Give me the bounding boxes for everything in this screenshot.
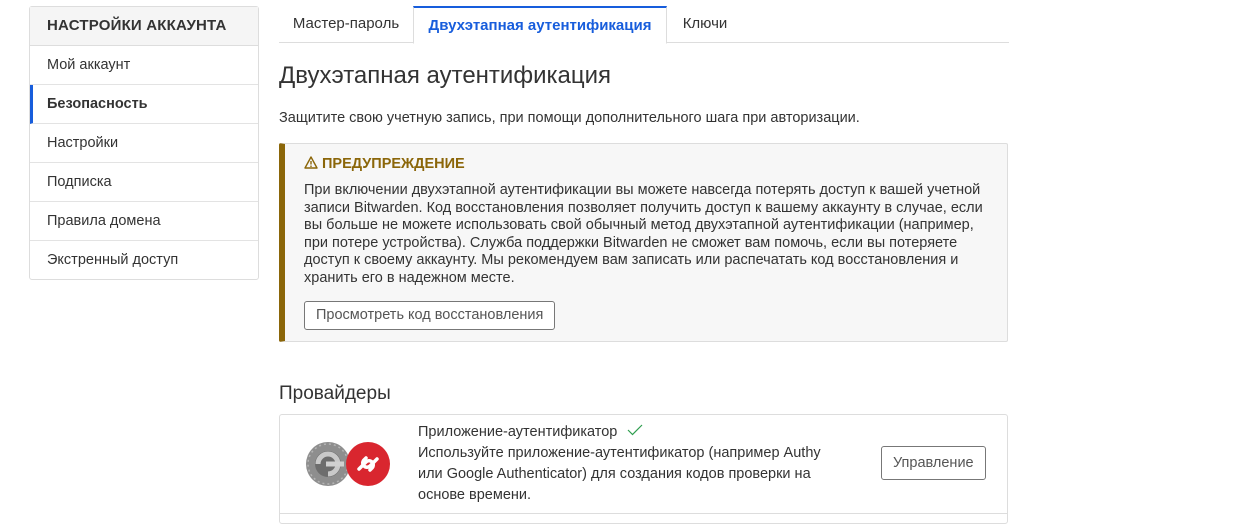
warning-callout: ПРЕДУПРЕЖДЕНИЕ При включении двухэтапной… xyxy=(279,143,1008,342)
warning-title-text: ПРЕДУПРЕЖДЕНИЕ xyxy=(322,156,465,172)
account-settings-sidebar: НАСТРОЙКИ АККАУНТА Мой аккаунт Безопасно… xyxy=(29,6,259,280)
security-tabs: Мастер-пароль Двухэтапная аутентификация… xyxy=(279,6,1009,44)
sidebar-item-emergency-access[interactable]: Экстренный доступ xyxy=(30,241,258,279)
provider-name: Приложение-аутентификатор xyxy=(418,423,643,440)
manage-provider-button[interactable]: Управление xyxy=(881,446,986,480)
provider-list: Приложение-аутентификатор Используйте пр… xyxy=(279,414,1008,524)
sidebar-item-preferences[interactable]: Настройки xyxy=(30,124,258,163)
authenticator-app-logo-icon xyxy=(304,439,392,489)
page-title: Двухэтапная аутентификация xyxy=(279,62,612,89)
sidebar-item-subscription[interactable]: Подписка xyxy=(30,163,258,202)
tab-two-step-login[interactable]: Двухэтапная аутентификация xyxy=(413,6,667,44)
tab-keys[interactable]: Ключи xyxy=(667,6,743,42)
check-icon xyxy=(622,423,642,440)
sidebar-item-my-account[interactable]: Мой аккаунт xyxy=(30,46,258,85)
sidebar-item-security[interactable]: Безопасность xyxy=(30,85,258,124)
view-recovery-code-button[interactable]: Просмотреть код восстановления xyxy=(304,301,556,330)
sidebar-header: НАСТРОЙКИ АККАУНТА xyxy=(30,7,258,46)
tab-master-password[interactable]: Мастер-пароль xyxy=(279,6,413,42)
providers-heading: Провайдеры xyxy=(279,383,391,404)
sidebar-item-domain-rules[interactable]: Правила домена xyxy=(30,202,258,241)
provider-description: Используйте приложение-аутентификатор (н… xyxy=(418,445,821,503)
provider-divider xyxy=(280,513,1007,514)
warning-title: ПРЕДУПРЕЖДЕНИЕ xyxy=(304,156,465,172)
page-description: Защитите свою учетную запись, при помощи… xyxy=(279,110,860,126)
warning-triangle-icon xyxy=(304,156,318,172)
warning-text: При включении двухэтапной аутентификации… xyxy=(304,182,983,286)
